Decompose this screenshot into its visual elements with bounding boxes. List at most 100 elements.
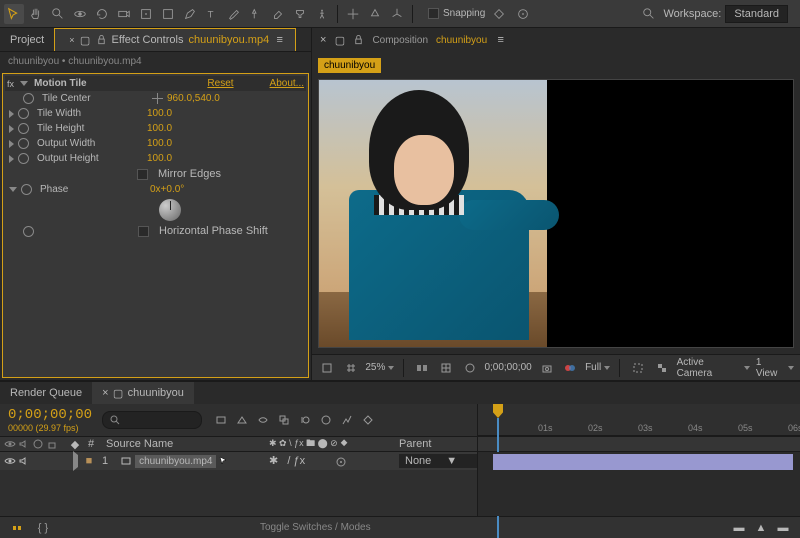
tile-height-value[interactable]: 100.0 [147,123,172,134]
eye-icon[interactable] [4,438,16,450]
resolution-grid-icon[interactable] [437,359,455,377]
stopwatch-icon[interactable] [23,93,34,104]
lock-icon[interactable] [96,35,107,46]
time-ruler[interactable]: 01s 02s 03s 04s 05s 06s [478,404,800,436]
label-col-icon[interactable]: ◆ [68,438,82,451]
zoom-dropdown[interactable]: 25% [365,362,394,373]
eraser-tool[interactable] [268,4,288,24]
reset-link[interactable]: Reset [207,78,233,89]
col-source-name[interactable]: Source Name [100,438,269,450]
solo-icon[interactable] [32,438,44,450]
show-channel-icon[interactable] [561,359,579,377]
always-preview-icon[interactable] [318,359,336,377]
timeline-timecode[interactable]: 0;00;00;00 [8,407,92,423]
clone-tool[interactable] [246,4,266,24]
puppet-tool[interactable] [312,4,332,24]
selection-tool[interactable] [4,4,24,24]
camera-tool[interactable] [114,4,134,24]
layer-speaker-icon[interactable] [18,455,30,467]
brush-tool[interactable] [224,4,244,24]
world-axis-icon[interactable] [365,4,385,24]
stopwatch-icon[interactable] [18,108,29,119]
zoom-slider-icon[interactable]: ▲ [752,519,770,537]
search-icon[interactable] [639,4,659,24]
playhead[interactable] [493,404,503,418]
close-tab-icon[interactable]: × [102,387,108,399]
tab-timeline-comp[interactable]: × ▢ chuunibyou [92,382,194,404]
snapping-checkbox[interactable] [428,8,439,19]
viewer-timecode[interactable]: 0;00;00;00 [484,362,531,373]
brackets-icon[interactable]: { } [34,519,52,537]
zoom-tool[interactable] [48,4,68,24]
track-area[interactable] [478,452,800,516]
roi-icon[interactable] [629,359,647,377]
layer-name[interactable]: chuunibyou.mp4 [135,455,216,468]
type-tool[interactable]: T [202,4,222,24]
crosshair-icon[interactable] [152,93,163,104]
frame-blend-icon[interactable] [275,411,293,429]
output-height-value[interactable]: 100.0 [147,153,172,164]
channel-icon[interactable] [413,359,431,377]
mask-icon[interactable] [461,359,479,377]
collapse-icon[interactable] [9,187,17,192]
phase-dial[interactable] [159,199,181,221]
pen-tool[interactable] [180,4,200,24]
expand-layer-icon[interactable] [73,451,78,471]
snapshot-icon[interactable] [538,359,556,377]
shape-tool[interactable] [158,4,178,24]
tab-effect-controls[interactable]: × ▢ Effect Controls chuunibyou.mp4 ≡ [54,28,296,51]
composition-file[interactable]: chuunibyou [436,35,487,46]
lock-icon[interactable] [353,35,364,46]
pan-behind-tool[interactable] [136,4,156,24]
active-comp-label[interactable]: chuunibyou [318,58,381,73]
graph-editor-icon[interactable] [338,411,356,429]
output-width-value[interactable]: 100.0 [147,138,172,149]
comp-mini-icon[interactable] [212,411,230,429]
stopwatch-icon[interactable] [18,153,29,164]
expand-icon[interactable] [9,155,14,163]
stopwatch-icon[interactable] [18,123,29,134]
stopwatch-icon[interactable] [23,226,34,237]
lock-col-icon[interactable] [46,438,58,450]
rotate-tool[interactable] [92,4,112,24]
camera-dropdown[interactable]: Active Camera [677,357,750,379]
transparency-grid-icon[interactable] [653,359,671,377]
parent-dropdown[interactable]: None▼ [399,454,477,468]
stopwatch-icon[interactable] [21,184,32,195]
resolution-dropdown[interactable]: Full [585,362,610,373]
expand-icon[interactable] [9,140,14,148]
shy-icon[interactable] [254,411,272,429]
tab-project[interactable]: Project [0,28,54,51]
view-axis-icon[interactable] [387,4,407,24]
panel-menu-icon[interactable]: ≡ [274,35,285,46]
phase-value[interactable]: 0x+0.0° [150,184,184,195]
tile-center-value[interactable]: 960.0,540.0 [167,93,220,104]
effect-name[interactable]: Motion Tile [34,78,201,89]
about-link[interactable]: About... [270,78,304,89]
snap-options-icon[interactable] [489,4,509,24]
tab-render-queue[interactable]: Render Queue [0,382,92,404]
tile-width-value[interactable]: 100.0 [147,108,172,119]
close-tab-icon[interactable]: × [320,34,326,46]
snap-grid-icon[interactable] [513,4,533,24]
expand-icon[interactable] [9,110,14,118]
workspace-dropdown[interactable]: Standard [725,5,788,23]
motion-blur-icon[interactable] [296,411,314,429]
auto-keyframe-icon[interactable] [359,411,377,429]
expand-switch-icon[interactable] [8,519,26,537]
stopwatch-icon[interactable] [18,138,29,149]
panel-menu-icon[interactable]: ≡ [495,35,506,46]
col-parent[interactable]: Parent [399,438,477,450]
local-axis-icon[interactable] [343,4,363,24]
mirror-edges-checkbox[interactable] [137,169,148,180]
pickwhip-icon[interactable] [335,456,347,468]
viewport[interactable] [318,79,794,348]
horizontal-shift-checkbox[interactable] [138,226,149,237]
close-tab-icon[interactable]: × [69,35,74,45]
layer-eye-icon[interactable] [4,455,16,467]
brainstorm-icon[interactable] [317,411,335,429]
orbit-tool[interactable] [70,4,90,24]
zoom-out-timeline-icon[interactable]: ▬ [730,519,748,537]
toggle-switches-label[interactable]: Toggle Switches / Modes [260,522,371,533]
zoom-in-timeline-icon[interactable]: ▬ [774,519,792,537]
